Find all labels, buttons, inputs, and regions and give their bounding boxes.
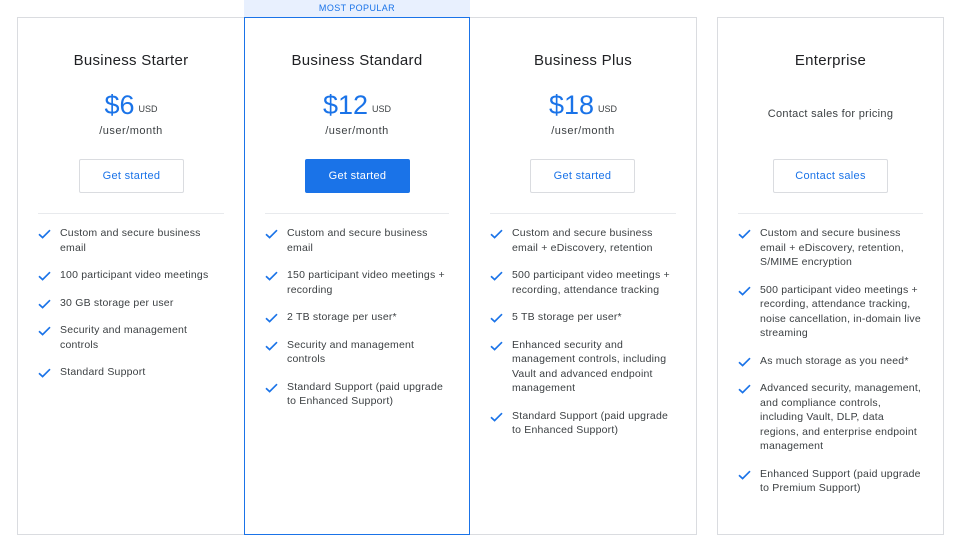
check-icon [738, 384, 751, 394]
plan-title: Enterprise [794, 52, 867, 69]
price-row: $6 USD [18, 90, 244, 121]
price-period: /user/month [551, 125, 615, 137]
feature-text: Standard Support (paid upgrade to Enhanc… [512, 409, 669, 437]
feature-item: As much storage as you need* [738, 354, 925, 369]
feature-item: Enhanced security and management control… [490, 338, 678, 396]
feature-item: 150 participant video meetings + recordi… [265, 268, 451, 297]
feature-text: 5 TB storage per user* [512, 311, 622, 323]
price-row: $12 USD [245, 90, 469, 121]
feature-item: Standard Support [38, 365, 226, 380]
feature-item: Security and management controls [38, 323, 226, 352]
feature-text: Enhanced Support (paid upgrade to Premiu… [760, 467, 921, 495]
divider [738, 213, 923, 214]
plan-card-business-starter: Business Starter $6 USD /user/month Get s… [17, 17, 244, 535]
plan-card-enterprise: Enterprise Contact sales for pricing Con… [717, 17, 944, 535]
check-icon [490, 313, 503, 323]
check-icon [265, 229, 278, 239]
plan-title: Business Starter [73, 52, 189, 69]
currency-label: USD [598, 103, 618, 114]
feature-item: 500 participant video meetings + recordi… [490, 268, 678, 297]
check-icon [38, 271, 51, 281]
feature-text: 500 participant video meetings + recordi… [512, 269, 670, 296]
plan-title: Business Standard [291, 52, 423, 69]
feature-text: Standard Support (paid upgrade to Enhanc… [287, 380, 444, 408]
plan-price: $18 [548, 90, 595, 120]
plan-price: $6 [104, 90, 135, 120]
most-popular-badge: MOST POPULAR [244, 0, 470, 17]
feature-item: 2 TB storage per user* [265, 310, 451, 325]
pricing-contact-text: Contact sales for pricing [767, 108, 894, 120]
feature-item: Custom and secure business email [265, 226, 451, 255]
feature-text: Custom and secure business email [287, 227, 428, 254]
divider [490, 213, 676, 214]
check-icon [265, 271, 278, 281]
feature-list: Custom and secure business email + eDisc… [738, 226, 925, 509]
check-icon [738, 470, 751, 480]
feature-text: Custom and secure business email + eDisc… [512, 227, 653, 254]
feature-list: Custom and secure business email + eDisc… [490, 226, 678, 451]
feature-text: Standard Support [60, 366, 146, 378]
currency-label: USD [138, 103, 158, 114]
plan-card-business-standard: Business Standard $12 USD /user/month Get… [244, 17, 470, 535]
feature-item: Custom and secure business email [38, 226, 226, 255]
feature-text: Advanced security, management, and compl… [760, 382, 922, 452]
check-icon [38, 299, 51, 309]
price-period: /user/month [325, 125, 389, 137]
contact-sales-button[interactable]: Contact sales [773, 159, 888, 193]
feature-item: Standard Support (paid upgrade to Enhanc… [490, 409, 678, 438]
check-icon [738, 357, 751, 367]
feature-item: 30 GB storage per user [38, 296, 226, 311]
check-icon [490, 341, 503, 351]
feature-item: Custom and secure business email + eDisc… [738, 226, 925, 270]
check-icon [265, 313, 278, 323]
feature-text: 30 GB storage per user [60, 296, 174, 309]
feature-item: 500 participant video meetings + recordi… [738, 283, 925, 341]
check-icon [38, 368, 51, 378]
check-icon [738, 286, 751, 296]
feature-text: Security and management controls [60, 324, 188, 351]
feature-item: Enhanced Support (paid upgrade to Premiu… [738, 467, 925, 496]
feature-item: Standard Support (paid upgrade to Enhanc… [265, 380, 451, 409]
feature-item: Advanced security, management, and compl… [738, 381, 925, 454]
feature-list: Custom and secure business email 150 par… [265, 226, 451, 422]
feature-item: Custom and secure business email + eDisc… [490, 226, 678, 255]
plan-title: Business Plus [533, 52, 633, 69]
price-period: /user/month [99, 125, 163, 137]
price-row: $18 USD [470, 90, 696, 121]
get-started-button[interactable]: Get started [305, 159, 410, 193]
check-icon [265, 341, 278, 351]
feature-text: As much storage as you need* [760, 354, 909, 367]
get-started-button[interactable]: Get started [79, 159, 184, 193]
feature-list: Custom and secure business email 100 par… [38, 226, 226, 393]
feature-item: 100 participant video meetings [38, 268, 226, 283]
feature-text: 100 participant video meetings [60, 269, 209, 281]
check-icon [38, 326, 51, 336]
feature-text: Custom and secure business email + eDisc… [760, 227, 904, 268]
plan-price: $12 [322, 90, 369, 120]
feature-item: Security and management controls [265, 338, 451, 367]
feature-text: 150 participant video meetings + recordi… [287, 269, 445, 296]
check-icon [738, 229, 751, 239]
feature-text: Security and management controls [287, 338, 415, 366]
check-icon [490, 229, 503, 239]
check-icon [38, 229, 51, 239]
plan-card-business-plus: Business Plus $18 USD /user/month Get sta… [470, 17, 697, 535]
currency-label: USD [372, 103, 392, 114]
check-icon [265, 383, 278, 393]
feature-text: Enhanced security and management control… [512, 338, 667, 395]
divider [38, 213, 224, 214]
get-started-button[interactable]: Get started [530, 159, 635, 193]
feature-text: 2 TB storage per user* [287, 311, 397, 323]
check-icon [490, 412, 503, 422]
divider [265, 213, 449, 214]
feature-text: 500 participant video meetings + recordi… [760, 283, 921, 340]
feature-item: 5 TB storage per user* [490, 310, 678, 325]
check-icon [490, 271, 503, 281]
feature-text: Custom and secure business email [60, 227, 201, 254]
